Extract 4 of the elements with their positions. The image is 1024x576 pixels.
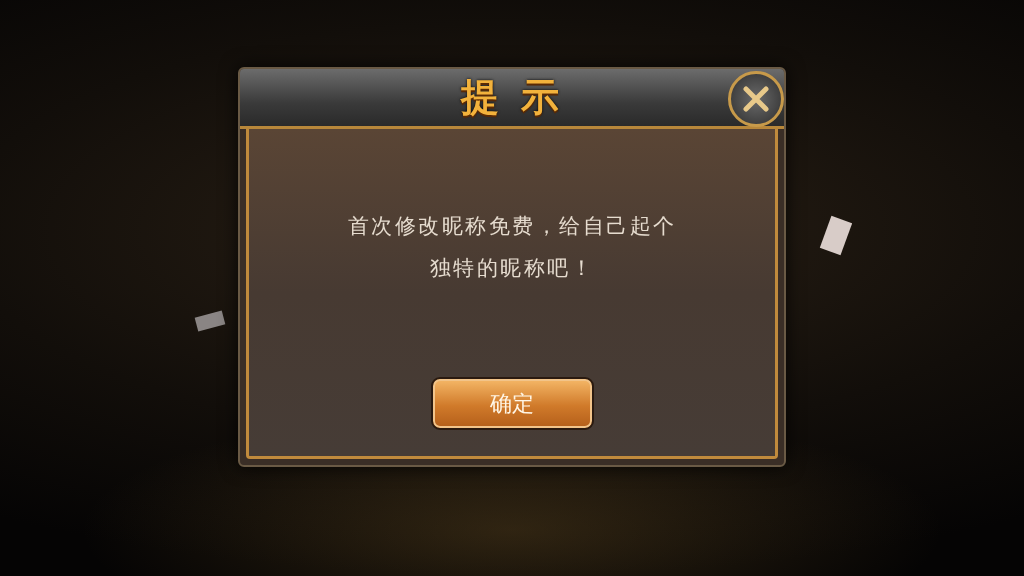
close-icon (741, 84, 771, 114)
dialog-message: 首次修改昵称免费，给自己起个独特的昵称吧！ (346, 213, 678, 282)
confirm-button[interactable]: 确定 (430, 377, 594, 430)
dialog-title: 提 示 (461, 74, 563, 121)
